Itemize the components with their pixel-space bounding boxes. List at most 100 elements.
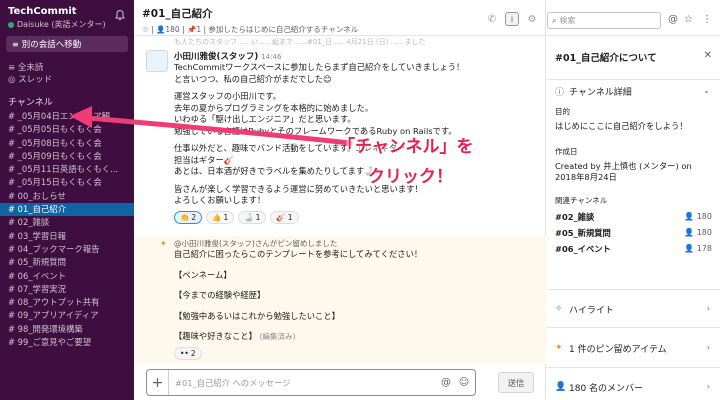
close-icon[interactable]: ✕	[704, 50, 712, 61]
reaction-count: 2	[191, 212, 197, 222]
sidebar-channel[interactable]: # 07_学習実況	[0, 283, 134, 296]
star-icon[interactable]: ☆	[684, 14, 693, 25]
sidebar-channel[interactable]: # 05_新規質問	[0, 256, 134, 269]
sidebar-channel[interactable]: # _05月09日もくもく会	[0, 150, 134, 163]
member-count[interactable]: 180	[165, 25, 179, 34]
plus-icon[interactable]: +	[147, 370, 169, 395]
channel-header: #01_自己紹介 ☆ | 👤180 | 📌1 | 参加したらはじめに自己紹介する…	[134, 0, 545, 36]
sidebar-channel[interactable]: # _05月15日もくもく会	[0, 176, 134, 189]
sidebar-channel[interactable]: # 00_おしらせ	[0, 190, 134, 203]
message-line: あとは、日本酒が好きでラベルを集めたりしてます🍶	[174, 166, 375, 176]
pin-count[interactable]: 1	[196, 25, 201, 34]
search-input[interactable]	[559, 16, 650, 25]
message-time[interactable]: 14:46	[261, 53, 281, 61]
jump-to-button[interactable]: ≡ 別の会話へ移動	[6, 36, 128, 52]
pinned-items-toggle[interactable]: ✦ 1 件のピン留めアイテム	[555, 337, 712, 359]
sidebar-channel[interactable]: # _05月05日もくもく会	[0, 123, 134, 136]
message-author[interactable]: 小田川雅俊(スタッフ) 14:46	[174, 47, 538, 62]
sidebar-channel-active[interactable]: # 01_自己紹介	[0, 203, 134, 217]
reactions: 👏 2 👍 1 🍶 1 🎸 1	[174, 210, 538, 225]
reaction-count: 1	[223, 212, 229, 222]
channels-section-title[interactable]: チャンネル	[0, 96, 134, 110]
channel-topic[interactable]: 参加したらはじめに自己紹介するチャンネル	[208, 25, 358, 34]
online-status-icon	[8, 21, 14, 28]
chevron-right-icon[interactable]: ›	[707, 343, 710, 352]
created-label: 作成日	[555, 147, 578, 156]
sidebar-channel[interactable]: # 03_学習日報	[0, 230, 134, 243]
highlights-section[interactable]: ✧ ハイライト ›	[547, 290, 720, 328]
related-channel[interactable]: #02_雑談 👤 180	[555, 209, 712, 225]
right-pane: ⌕ @ ☆ ⋮ #01_自己紹介について ✕ ⓘ チャンネル詳細 ⌄ 目的 はじ…	[547, 0, 720, 400]
reaction-clap[interactable]: 👏 2	[174, 210, 203, 224]
related-label: 関連チャンネル	[555, 196, 608, 205]
pin-note-text: @小田川雅俊(スタッフ)さんがピン留めしました	[174, 239, 338, 248]
send-button[interactable]: 送信	[498, 372, 534, 393]
workspace-header[interactable]: TechCommit Daisuke (英語メンター)	[0, 0, 134, 30]
nav-threads[interactable]: ◎ スレッド	[0, 74, 134, 86]
bell-icon[interactable]	[114, 9, 126, 21]
reaction-emoji: ••	[180, 348, 189, 358]
members-icon: 👤	[156, 25, 166, 34]
at-icon[interactable]: @	[668, 14, 678, 25]
chevron-right-icon[interactable]: ›	[707, 382, 710, 391]
channel-title[interactable]: #01_自己紹介	[142, 6, 537, 21]
related-list: #02_雑談 👤 180 #05_新規質問 👤 180 #06_イベント 👤 178	[555, 209, 712, 257]
pinned-item: 【趣味や好きなこと】	[174, 331, 257, 341]
gear-icon[interactable]: ⚙	[525, 12, 539, 26]
message-line: と言いつつ、私の自己紹介がまだでした😊	[174, 73, 332, 84]
nav-all-unreads[interactable]: ≡ 全未読	[0, 62, 134, 74]
avatar[interactable]	[146, 50, 168, 72]
sidebar-channel[interactable]: # 98_開発環境構築	[0, 323, 134, 336]
message-line: 運営スタッフの小田川です。	[174, 91, 282, 101]
author-name[interactable]: 小田川雅俊(スタッフ)	[174, 52, 258, 62]
chevron-down-icon[interactable]: ⌄	[703, 86, 710, 95]
user-name: Daisuke (英語メンター)	[17, 20, 106, 29]
sidebar-channel[interactable]: # _05月08日もくもく会	[0, 137, 134, 150]
channel-details-toggle[interactable]: ⓘ チャンネル詳細	[555, 80, 712, 102]
sidebar-channel[interactable]: # 04_ブックマーク報告	[0, 243, 134, 256]
members-toggle[interactable]: 👤 180 名のメンバー	[555, 376, 712, 398]
more-icon[interactable]: ⋮	[702, 14, 712, 25]
reaction-count: 2	[190, 348, 196, 358]
sidebar-channel[interactable]: # _05月11日英語もくもく...	[0, 163, 134, 176]
related-count: 👤 180	[684, 225, 712, 241]
related-count-value: 180	[696, 212, 712, 221]
chevron-right-icon[interactable]: ›	[707, 304, 710, 313]
sidebar-channel[interactable]: # 06_イベント	[0, 270, 134, 283]
annotation-line-1: 「チャンネル」を	[338, 137, 474, 157]
reaction-emoji: 👏	[180, 212, 190, 222]
message-composer: + @ ☺	[146, 369, 476, 396]
threads-icon: ◎	[8, 75, 19, 85]
phone-icon[interactable]: ✆	[485, 12, 499, 26]
related-channel[interactable]: #06_イベント 👤 178	[555, 241, 712, 257]
sidebar-channel[interactable]: # 99_ご意見やご要望	[0, 336, 134, 349]
message-list: も人たちのスタッフ……い……組まで……#01_日……4月21日 (日) ……まし…	[134, 37, 546, 364]
sidebar-channel[interactable]: # _05月04日エンジニア観...	[0, 110, 134, 123]
pinned-line: 自己紹介に困ったらこのテンプレートを参考にしてみてください！	[174, 249, 423, 259]
sidebar-channel[interactable]: # 09_アプリアイディア	[0, 309, 134, 322]
reaction-sake[interactable]: 🍶 1	[238, 210, 267, 224]
sidebar: TechCommit Daisuke (英語メンター) ≡ 別の会話へ移動 ≡ …	[0, 0, 134, 400]
mention-icon[interactable]: @	[439, 377, 453, 388]
message-input[interactable]	[169, 377, 439, 388]
pinned-items-section[interactable]: ✦ 1 件のピン留めアイテム ›	[547, 328, 720, 368]
sidebar-channel[interactable]: # 08_アウトプット共有	[0, 296, 134, 309]
members-section[interactable]: 👤 180 名のメンバー ›	[547, 368, 720, 399]
pinned-line: 【今までの経験や経歴】	[174, 290, 266, 300]
reaction-thumbs[interactable]: 👍 1	[206, 210, 235, 224]
sidebar-channel[interactable]: # 02_雑談	[0, 216, 134, 229]
emoji-icon[interactable]: ☺	[457, 377, 471, 388]
purpose-value: はじめにここに自己紹介をしよう！	[555, 121, 688, 131]
star-icon[interactable]: ☆	[142, 25, 149, 34]
search-box[interactable]: ⌕	[547, 12, 661, 29]
reaction-guitar[interactable]: 🎸 1	[270, 210, 299, 224]
related-name: #06_イベント	[555, 244, 611, 254]
pinned-line: 【ペンネーム】	[174, 269, 232, 280]
related-count-value: 180	[696, 228, 712, 237]
related-channel[interactable]: #05_新規質問 👤 180	[555, 225, 712, 241]
highlights-toggle[interactable]: ✧ ハイライト	[555, 298, 712, 320]
related-name: #05_新規質問	[555, 228, 611, 238]
reaction-count: 1	[255, 212, 261, 222]
info-icon[interactable]: i	[505, 12, 519, 26]
reaction-more[interactable]: •• 2	[174, 346, 202, 360]
